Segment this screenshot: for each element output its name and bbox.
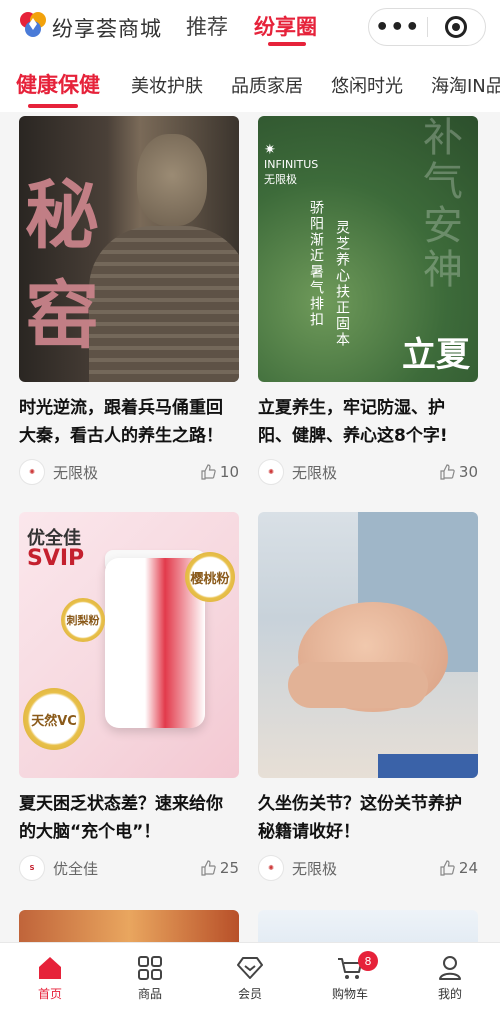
- like-count[interactable]: 24: [439, 859, 478, 877]
- category-active-indicator: [28, 104, 78, 108]
- cover-vertical-text: 灵芝养心扶正固本: [334, 220, 350, 348]
- nav-active-indicator: [268, 42, 306, 46]
- grid-icon: [138, 956, 162, 980]
- tab-home-label: 首页: [37, 987, 62, 1001]
- article-title[interactable]: 夏天困乏状态差？速来给你的大脑“充个电”！: [19, 790, 239, 846]
- article-cover-image[interactable]: [258, 910, 478, 942]
- tab-profile-label: 我的: [437, 987, 462, 1001]
- cover-badge: 刺梨粉: [61, 598, 105, 642]
- category-tabs: 健康保健 美妆护肤 品质家居 悠闲时光 海淘IN品: [0, 54, 500, 112]
- bottom-tab-bar: 首页 商品 会员 购物车 8 我的: [0, 942, 500, 1012]
- article-feed[interactable]: 秘 窑 时光逆流，跟着兵马俑重回大秦，看古人的养生之路！ ✺ 无限极 10 补气…: [0, 112, 500, 942]
- author-name[interactable]: 无限极: [292, 858, 337, 879]
- article-card[interactable]: 补气安神 ✷ INFINITUS 无限极 骄阳渐近暑气排扣 灵芝养心扶正固本 立…: [258, 116, 478, 486]
- article-cover-image[interactable]: [258, 512, 478, 778]
- home-icon: [39, 957, 61, 979]
- article-card[interactable]: 久坐伤关节？这份关节养护秘籍请收好！ ✺ 无限极 24: [258, 512, 478, 882]
- tab-profile[interactable]: 我的: [400, 943, 500, 1012]
- brand-name: 纷享荟商城: [52, 17, 162, 41]
- like-count-value: 24: [458, 859, 478, 877]
- author-name[interactable]: 无限极: [53, 462, 98, 483]
- tab-membership-label: 会员: [237, 987, 262, 1001]
- category-tab-overseas[interactable]: 海淘IN品: [431, 72, 500, 98]
- thumbs-up-icon: [201, 464, 216, 480]
- category-tab-leisure[interactable]: 悠闲时光: [331, 72, 403, 98]
- article-meta: ✺ 无限极 24: [258, 854, 478, 882]
- thumbs-up-icon: [440, 464, 455, 480]
- tab-products[interactable]: 商品: [100, 943, 200, 1012]
- brand-logo-icon: [20, 12, 46, 37]
- cover-brand-cn: 无限极: [264, 173, 297, 186]
- cover-season-text: 立夏: [402, 335, 470, 375]
- like-count[interactable]: 30: [439, 463, 478, 481]
- article-meta: S 优全佳 25: [19, 854, 239, 882]
- like-count[interactable]: 10: [200, 463, 239, 481]
- article-cover-image[interactable]: 优全佳 SVIP 樱桃粉 刺梨粉 天然VC: [19, 512, 239, 778]
- category-tab-beauty[interactable]: 美妆护肤: [131, 72, 203, 98]
- like-count-value: 30: [458, 463, 478, 481]
- cart-count-badge: 8: [358, 951, 378, 971]
- thumbs-up-icon: [440, 860, 455, 876]
- author-avatar[interactable]: ✺: [258, 855, 284, 881]
- author-avatar[interactable]: ✺: [19, 459, 45, 485]
- like-count-value: 25: [219, 859, 239, 877]
- like-count-value: 10: [219, 463, 239, 481]
- author-name[interactable]: 优全佳: [53, 858, 98, 879]
- article-card[interactable]: [258, 910, 478, 942]
- cover-big-text: 补气安神: [416, 116, 462, 292]
- cover-big-text: 窑: [25, 273, 99, 359]
- diamond-icon: [237, 957, 263, 979]
- article-card[interactable]: 秘 窑 时光逆流，跟着兵马俑重回大秦，看古人的养生之路！ ✺ 无限极 10: [19, 116, 239, 486]
- article-cover-image[interactable]: 秘 窑: [19, 116, 239, 382]
- tab-cart[interactable]: 购物车 8: [300, 943, 400, 1012]
- cover-brand-tag: SVIP: [27, 546, 85, 571]
- target-icon: [445, 16, 468, 38]
- cover-brand-en: INFINITUS: [264, 158, 319, 171]
- tab-membership[interactable]: 会员: [200, 943, 300, 1012]
- article-title[interactable]: 时光逆流，跟着兵马俑重回大秦，看古人的养生之路！: [19, 394, 239, 450]
- article-title[interactable]: 立夏养生，牢记防湿、护阳、健脾、养心这8个字!: [258, 394, 478, 450]
- category-tab-home[interactable]: 品质家居: [231, 72, 303, 98]
- article-title[interactable]: 久坐伤关节？这份关节养护秘籍请收好！: [258, 790, 478, 846]
- article-card[interactable]: 优全佳 SVIP 樱桃粉 刺梨粉 天然VC 夏天困乏状态差？速来给你的大脑“充个…: [19, 512, 239, 882]
- author-name[interactable]: 无限极: [292, 462, 337, 483]
- author-avatar[interactable]: S: [19, 855, 45, 881]
- nav-tab-recommend[interactable]: 推荐: [186, 11, 228, 41]
- close-target-button[interactable]: [427, 16, 485, 38]
- cover-vertical-text: 骄阳渐近暑气排扣: [308, 200, 324, 328]
- like-count[interactable]: 25: [200, 859, 239, 877]
- more-dots-icon[interactable]: •••: [369, 15, 427, 40]
- article-meta: ✺ 无限极 10: [19, 458, 239, 486]
- miniprogram-capsule: •••: [368, 8, 486, 46]
- cover-big-text: 秘: [25, 173, 99, 259]
- article-meta: ✺ 无限极 30: [258, 458, 478, 486]
- article-cover-image[interactable]: 补气安神 ✷ INFINITUS 无限极 骄阳渐近暑气排扣 灵芝养心扶正固本 立…: [258, 116, 478, 382]
- article-cover-image[interactable]: [19, 910, 239, 942]
- thumbs-up-icon: [201, 860, 216, 876]
- cover-badge: 天然VC: [23, 688, 85, 750]
- top-bar: 纷享荟商城 推荐 纷享圈 •••: [0, 0, 500, 54]
- author-avatar[interactable]: ✺: [258, 459, 284, 485]
- tab-home[interactable]: 首页: [0, 943, 100, 1012]
- category-tab-health[interactable]: 健康保健: [16, 69, 100, 99]
- cover-badge: 樱桃粉: [185, 552, 235, 602]
- article-card[interactable]: [19, 910, 239, 942]
- nav-tab-share-circle[interactable]: 纷享圈: [254, 11, 317, 41]
- tab-cart-label: 购物车: [331, 987, 368, 1001]
- tab-products-label: 商品: [137, 987, 162, 1001]
- user-icon: [439, 956, 461, 980]
- cover-brand: ✷ INFINITUS 无限极: [264, 142, 319, 186]
